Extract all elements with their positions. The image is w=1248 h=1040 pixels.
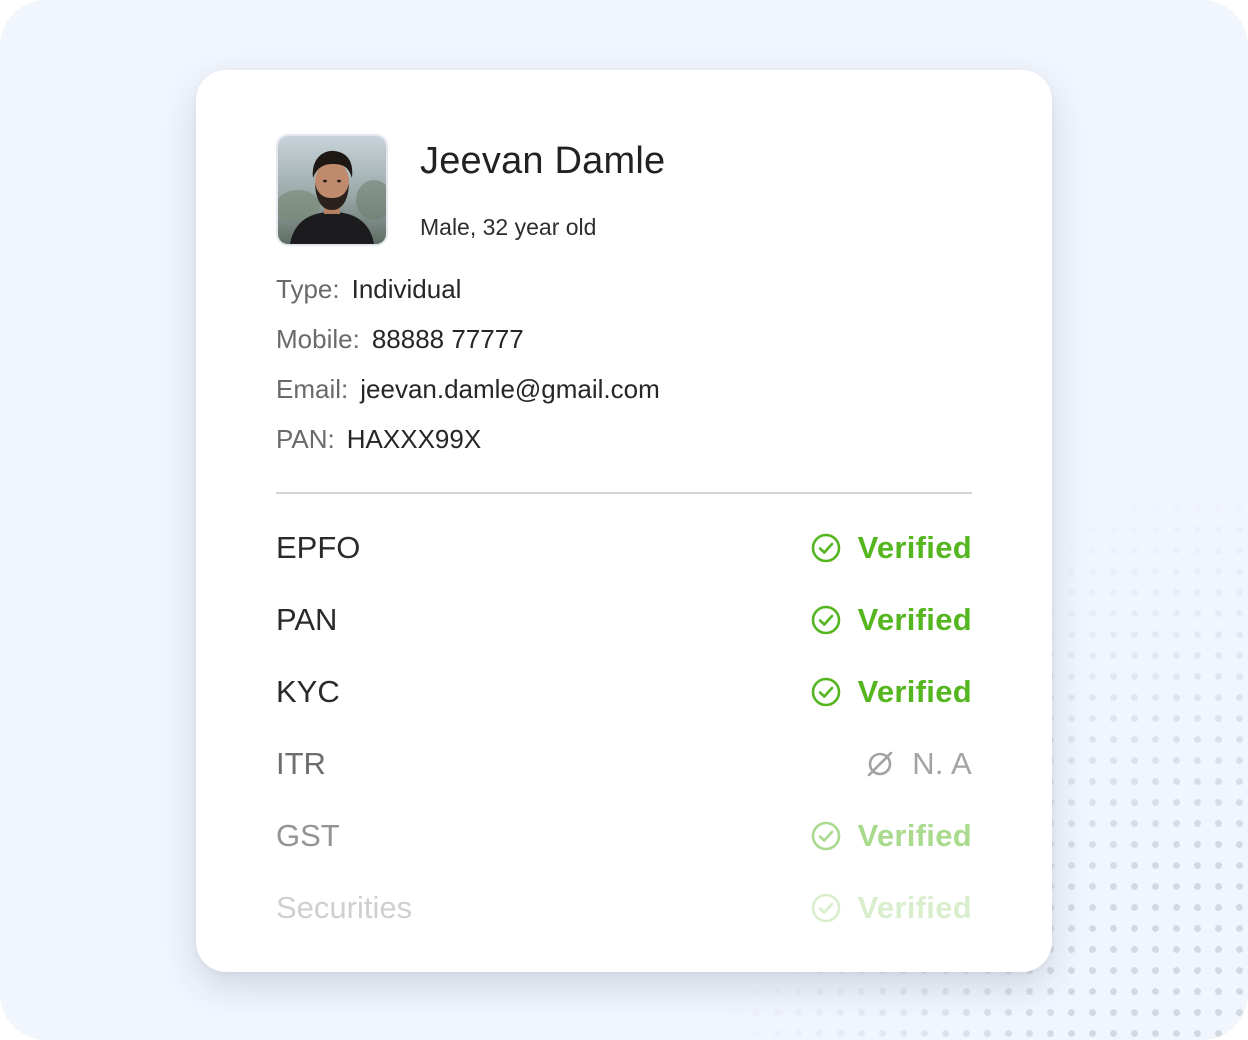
detail-pan: PAN: HAXXX99X [276, 424, 481, 455]
check-circle-icon [810, 604, 842, 636]
verification-status: Verified [810, 530, 972, 566]
verification-status: Verified [810, 890, 972, 926]
detail-type: Type: Individual [276, 274, 461, 305]
verification-label: EPFO [276, 530, 361, 565]
not-applicable-icon [864, 748, 896, 780]
verification-status: Verified [810, 602, 972, 638]
verification-status-text: Verified [857, 674, 972, 709]
profile-subtitle: Male, 32 year old [420, 214, 597, 240]
verification-label: GST [276, 818, 340, 853]
verification-status: Verified [810, 818, 972, 854]
verification-label: Securities [276, 890, 413, 925]
avatar [276, 134, 388, 246]
detail-email: Email: jeevan.damle@gmail.com [276, 374, 660, 405]
detail-label: Type: [276, 274, 340, 304]
verification-label: PAN [276, 602, 338, 637]
verification-status: N. A [864, 746, 972, 782]
verification-status-text: Verified [857, 890, 972, 925]
detail-label: Email: [276, 374, 349, 404]
detail-value: jeevan.damle@gmail.com [360, 374, 660, 404]
verification-row-pan: PAN Verified [276, 602, 972, 642]
detail-value: 88888 77777 [371, 324, 524, 354]
detail-mobile: Mobile: 88888 77777 [276, 324, 524, 355]
verification-status: Verified [810, 674, 972, 710]
verification-status-text: N. A [912, 746, 972, 781]
verification-status-text: Verified [857, 602, 972, 637]
detail-label: Mobile: [276, 324, 360, 354]
check-circle-icon [810, 892, 842, 924]
profile-card: Jeevan Damle Male, 32 year old Type: Indi… [196, 70, 1052, 972]
check-circle-icon [810, 532, 842, 564]
check-circle-icon [810, 676, 842, 708]
detail-value: HAXXX99X [346, 424, 482, 454]
detail-label: PAN: [276, 424, 335, 454]
profile-name: Jeevan Damle [420, 140, 666, 182]
verification-row-securities: Securities Verified [276, 890, 972, 930]
page-background: Jeevan Damle Male, 32 year old Type: Indi… [0, 0, 1248, 1040]
check-circle-icon [810, 820, 842, 852]
verification-row-itr: ITR N. A [276, 746, 972, 786]
verification-label: KYC [276, 674, 340, 709]
detail-value: Individual [351, 274, 462, 304]
verification-row-gst: GST Verified [276, 818, 972, 858]
divider [276, 492, 972, 494]
verification-label: ITR [276, 746, 326, 781]
verification-status-text: Verified [857, 530, 972, 565]
verification-row-epfo: EPFO Verified [276, 530, 972, 570]
verification-row-kyc: KYC Verified [276, 674, 972, 714]
verification-status-text: Verified [857, 818, 972, 853]
